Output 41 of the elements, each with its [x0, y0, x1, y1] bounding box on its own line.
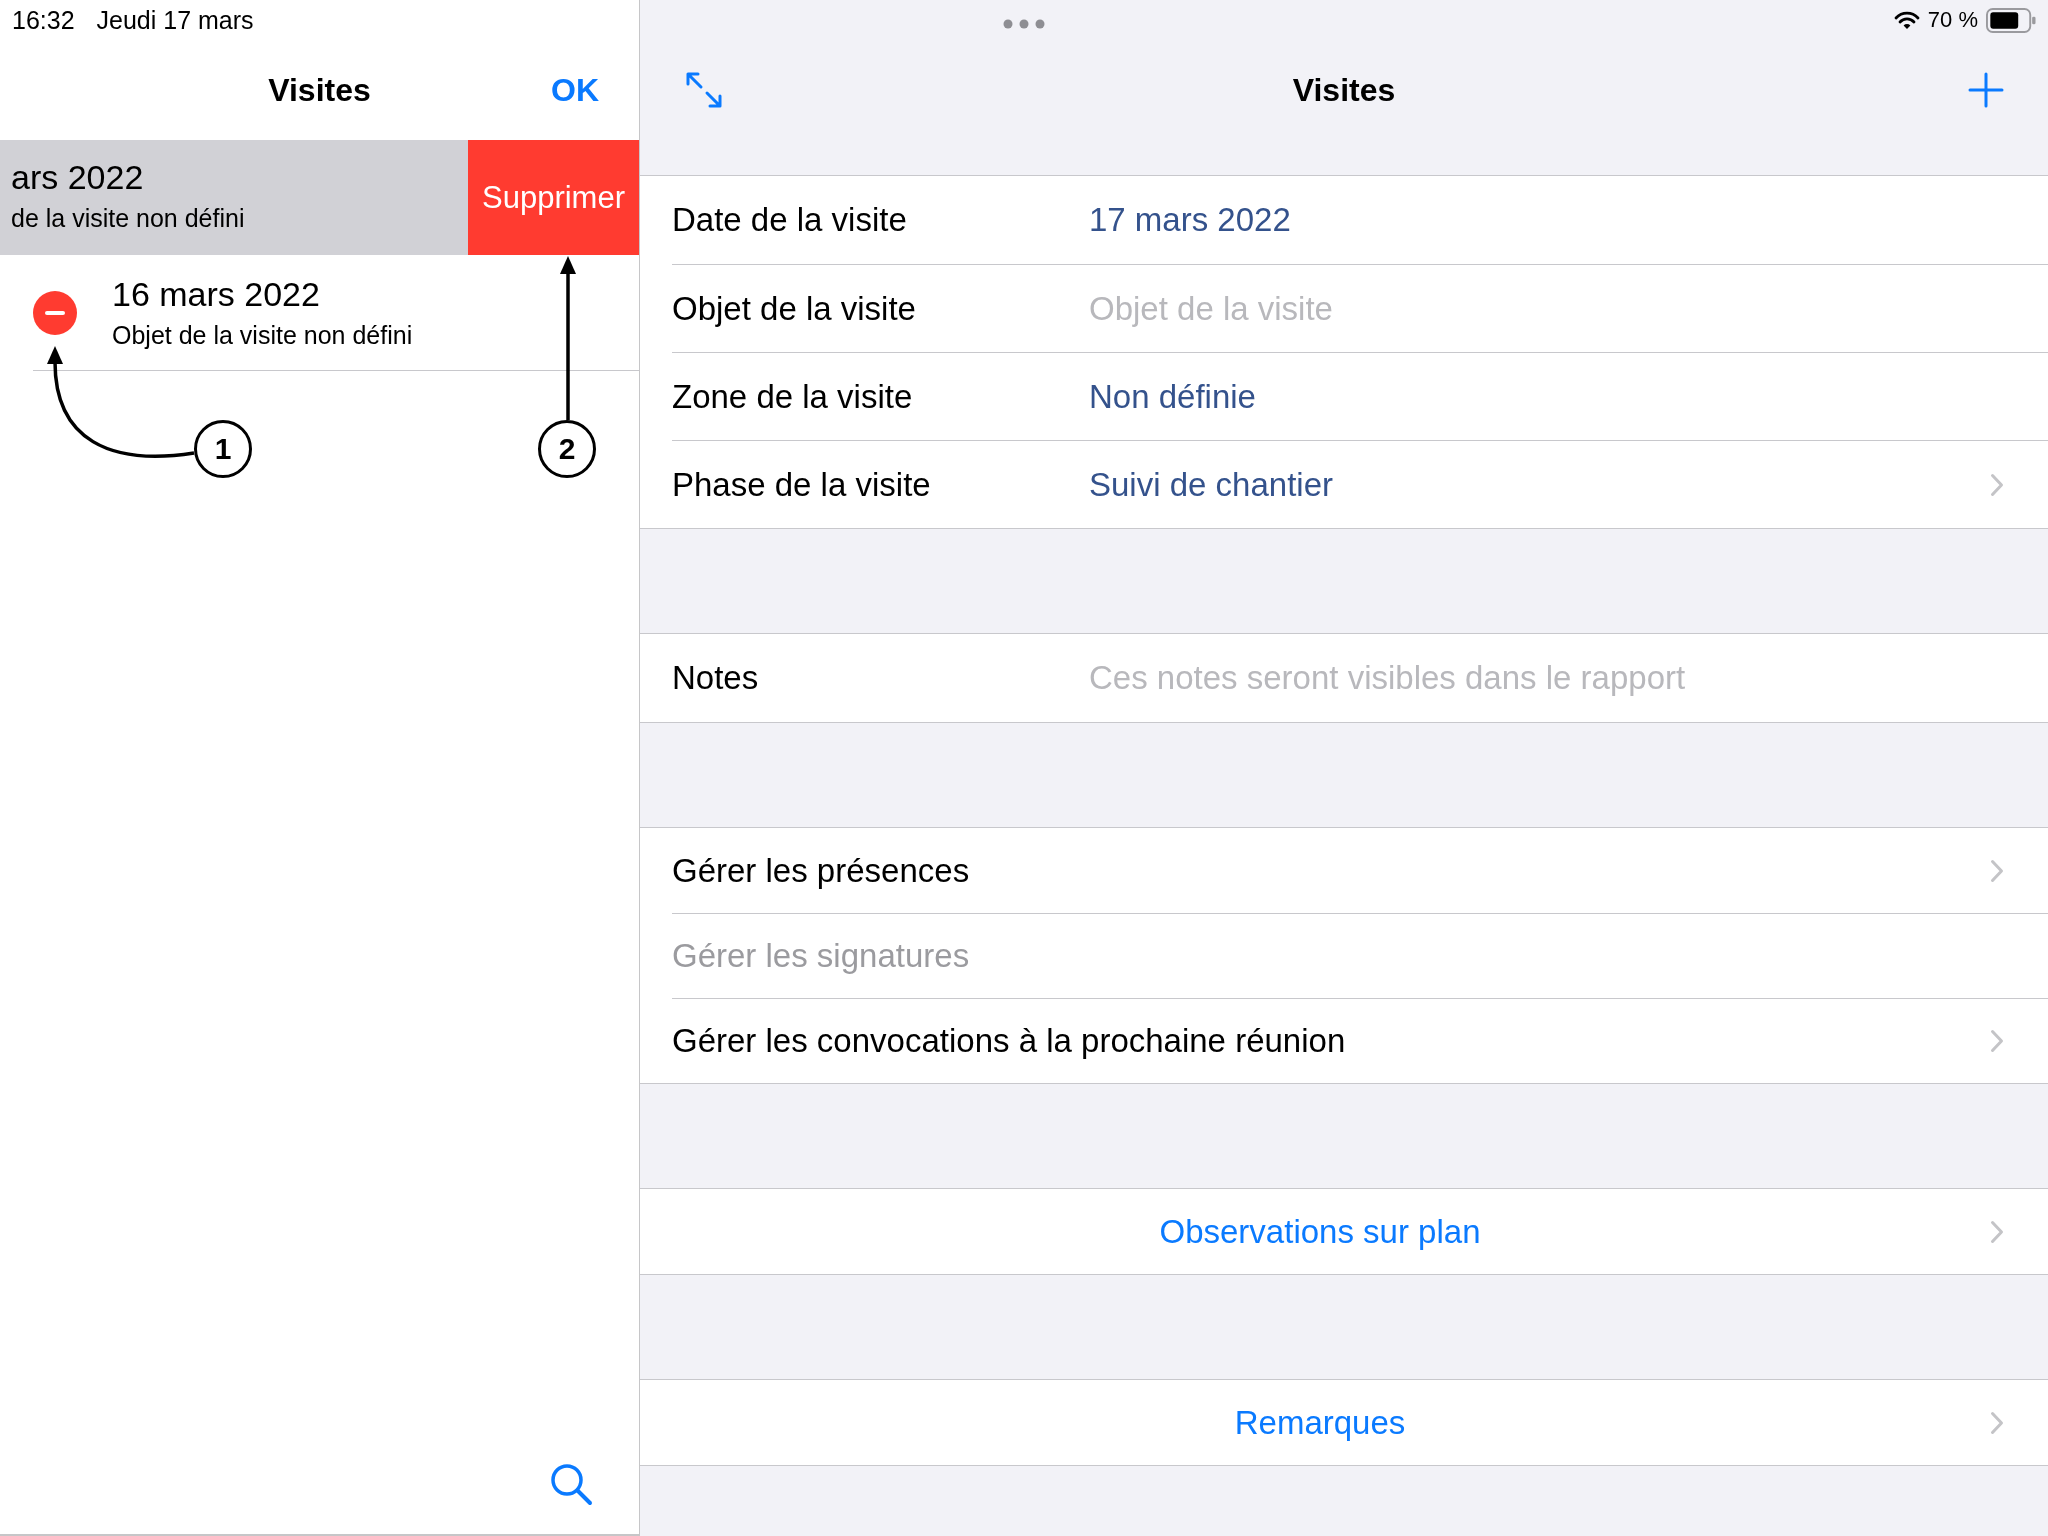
- callout-number: 2: [538, 420, 596, 478]
- done-button[interactable]: OK: [551, 71, 599, 109]
- field-value[interactable]: 17 mars 2022: [1089, 201, 1291, 239]
- text-field[interactable]: Objet de la visite: [1089, 289, 1749, 328]
- menu-row: Gérer les signatures: [672, 913, 2048, 998]
- chevron-right-icon: [1990, 1410, 2004, 1435]
- visit-subtitle: Objet de la visite non défini: [112, 320, 413, 350]
- visit-subtitle: de la visite non défini: [11, 203, 245, 233]
- callout-number: 1: [194, 420, 252, 478]
- minus-circle-icon[interactable]: [33, 290, 77, 335]
- field-label: Zone de la visite: [672, 377, 914, 416]
- expand-arrows-icon[interactable]: [684, 70, 724, 110]
- menu-row[interactable]: Gérer les présences: [672, 828, 2048, 913]
- status-date: Jeudi 17 mars: [96, 5, 254, 35]
- nav-title: Visites: [1292, 71, 1396, 109]
- chevron-right-icon: [1990, 1029, 2004, 1053]
- plus-icon[interactable]: [1968, 72, 2004, 108]
- field-value[interactable]: Suivi de chantier: [1089, 465, 1333, 504]
- nav-title: Visites: [268, 71, 371, 109]
- field-label: Date de la visite: [672, 201, 908, 239]
- visit-date: ars 2022: [11, 157, 144, 198]
- menu-row[interactable]: Gérer les convocations à la prochaine réunion: [672, 998, 2048, 1083]
- field-value[interactable]: Non définie: [1089, 377, 1256, 416]
- text-field[interactable]: Ces notes seront visibles dans le rapport: [1089, 659, 1749, 697]
- delete-button[interactable]: Supprimer: [468, 140, 639, 255]
- action-row[interactable]: Observations sur plan: [672, 1189, 2048, 1274]
- field-label: Phase de la visite: [672, 465, 932, 504]
- action-row[interactable]: Remarques: [672, 1380, 2048, 1465]
- visit-row[interactable]: ars 2022 de la visite non défini Supprimer: [0, 140, 639, 255]
- field-label: Notes: [672, 659, 760, 697]
- status-time: 16:32: [12, 5, 75, 35]
- visit-date: 16 mars 2022: [112, 274, 320, 315]
- battery-icon: [1986, 7, 2036, 33]
- chevron-right-icon: [1990, 1219, 2004, 1244]
- field-label: Objet de la visite: [672, 289, 917, 328]
- chevron-right-icon: [1990, 472, 2004, 497]
- wifi-icon: [1893, 10, 1920, 30]
- battery-percent: 70 %: [1927, 7, 1978, 33]
- chevron-right-icon: [1990, 858, 2004, 883]
- more-dots-icon[interactable]: [1003, 19, 1045, 29]
- search-icon[interactable]: [549, 1462, 593, 1506]
